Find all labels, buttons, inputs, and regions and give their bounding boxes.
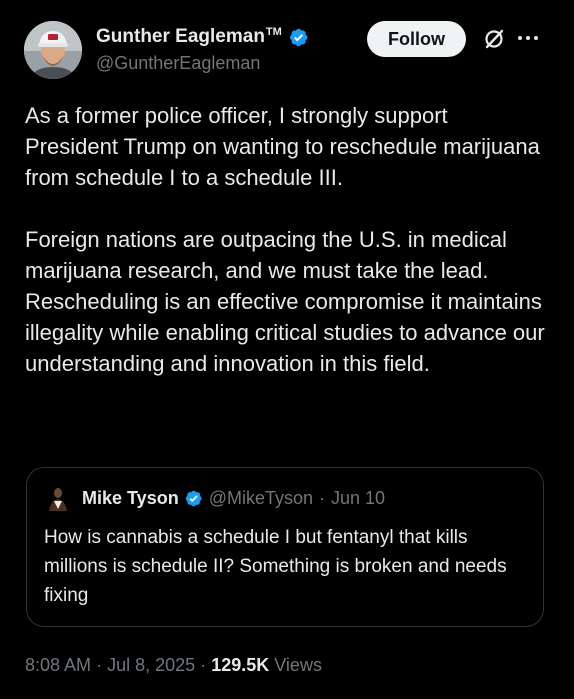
verified-badge-icon [185, 490, 202, 507]
tweet-time[interactable]: 8:08 AM [25, 655, 91, 675]
views-count: 129.5K [211, 655, 270, 675]
tweet-paragraph-1: As a former police officer, I strongly s… [25, 103, 540, 190]
verified-badge-icon [289, 28, 308, 46]
quoted-tweet-text: How is cannabis a schedule I but fentany… [44, 527, 507, 606]
tweet: Gunther Eagleman TM @GuntherEagleman Foll… [0, 0, 574, 699]
quoted-author-avatar[interactable] [45, 485, 71, 511]
tweet-paragraph-2: Foreign nations are outpacing the U.S. i… [25, 227, 545, 376]
tweet-footer: 8:08 AM · Jul 8, 2025 · 129.5K Views [25, 655, 322, 676]
author-name-row[interactable]: Gunther Eagleman TM [96, 26, 309, 48]
quoted-date[interactable]: Jun 10 [331, 488, 385, 509]
tweet-date[interactable]: Jul 8, 2025 [107, 655, 195, 675]
author-name[interactable]: Gunther Eagleman [96, 26, 265, 48]
grok-icon[interactable] [482, 27, 506, 51]
trademark-mark: TM [265, 26, 282, 38]
footer-separator-2: · [200, 655, 207, 675]
quoted-tweet[interactable]: Mike Tyson @MikeTyson · Jun 10 How is ca… [26, 467, 544, 627]
more-icon[interactable] [516, 28, 540, 48]
tweet-text: As a former police officer, I strongly s… [25, 100, 545, 379]
quoted-author-handle[interactable]: @MikeTyson [209, 488, 313, 509]
author-avatar[interactable] [24, 21, 82, 79]
footer-separator-1: · [96, 655, 103, 675]
author-handle[interactable]: @GuntherEagleman [96, 53, 260, 74]
quoted-author-name[interactable]: Mike Tyson [82, 488, 179, 509]
views-label: Views [274, 655, 322, 675]
quoted-author-row: Mike Tyson @MikeTyson · Jun 10 [82, 488, 385, 509]
quoted-separator: · [319, 488, 326, 508]
follow-button[interactable]: Follow [367, 21, 466, 57]
